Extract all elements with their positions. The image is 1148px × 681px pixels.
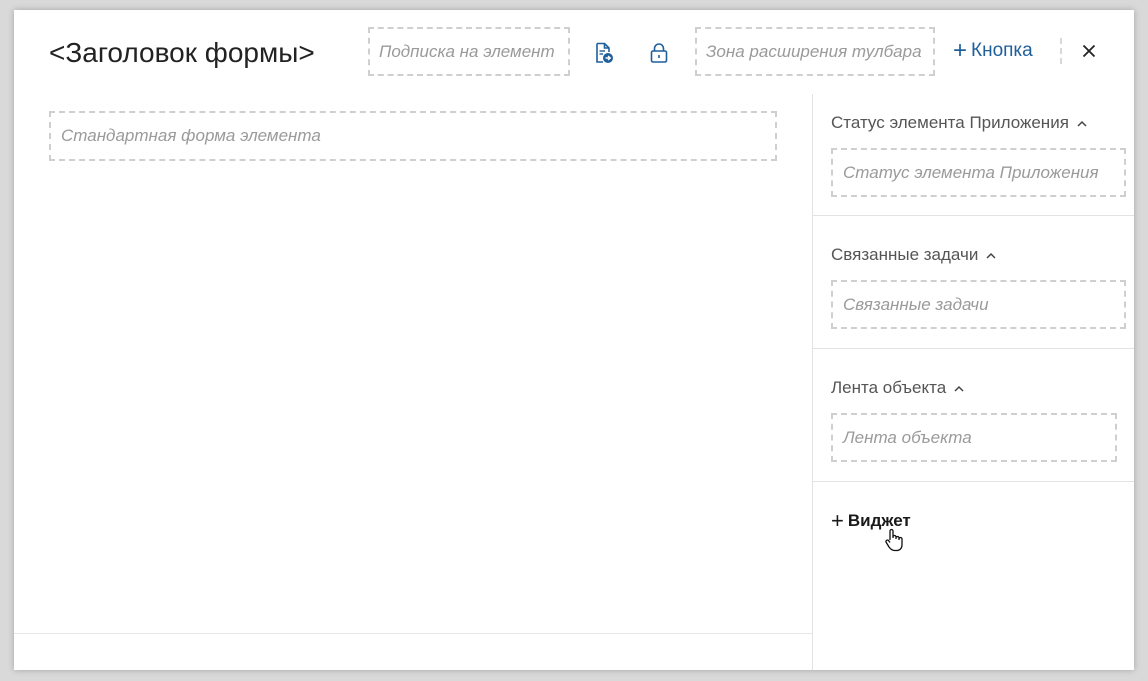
hand-cursor-icon [885,528,903,552]
form-dialog: <Заголовок формы> Подписка на элемент Зо… [14,10,1134,670]
main-footer-divider [14,633,812,634]
section-header-tasks[interactable]: Связанные задачи [831,245,996,265]
toolbar-separator [1060,38,1064,64]
plus-icon: + [953,37,968,64]
sidebar-section-status: Статус элемента Приложения Статус элемен… [813,94,1134,216]
section-title: Статус элемента Приложения [831,113,1069,132]
sidebar: Статус элемента Приложения Статус элемен… [812,94,1134,670]
sidebar-section-feed: Лента объекта Лента объекта [813,348,1134,482]
close-button[interactable] [1077,39,1101,63]
toolbar-extension-zone[interactable]: Зона расширения тулбара [695,27,935,76]
section-header-feed[interactable]: Лента объекта [831,378,964,398]
chevron-up-icon [986,252,996,259]
form-title: <Заголовок формы> [49,37,315,68]
section-header-status[interactable]: Статус элемента Приложения [831,113,1087,133]
add-button-label: Кнопка [971,40,1033,61]
add-button[interactable]: + Кнопка [953,38,1033,64]
document-arrow-button[interactable] [592,41,616,65]
standard-form-zone[interactable]: Стандартная форма элемента [49,111,777,161]
document-arrow-icon [596,42,613,63]
status-widget-zone[interactable]: Статус элемента Приложения [831,148,1126,197]
chevron-up-icon [1077,120,1087,127]
plus-icon: + [831,508,844,533]
subscription-zone[interactable]: Подписка на элемент [368,27,570,76]
chevron-up-icon [954,385,964,392]
lock-button[interactable] [647,41,671,65]
dialog-header: <Заголовок формы> Подписка на элемент Зо… [14,10,1134,94]
main-area: Стандартная форма элемента [14,94,812,670]
sidebar-section-tasks: Связанные задачи Связанные задачи [813,215,1134,349]
lock-icon [650,43,668,63]
close-icon [1082,44,1096,58]
section-title: Лента объекта [831,378,947,397]
tasks-widget-zone[interactable]: Связанные задачи [831,280,1126,329]
section-title: Связанные задачи [831,245,979,264]
feed-widget-zone[interactable]: Лента объекта [831,413,1117,462]
